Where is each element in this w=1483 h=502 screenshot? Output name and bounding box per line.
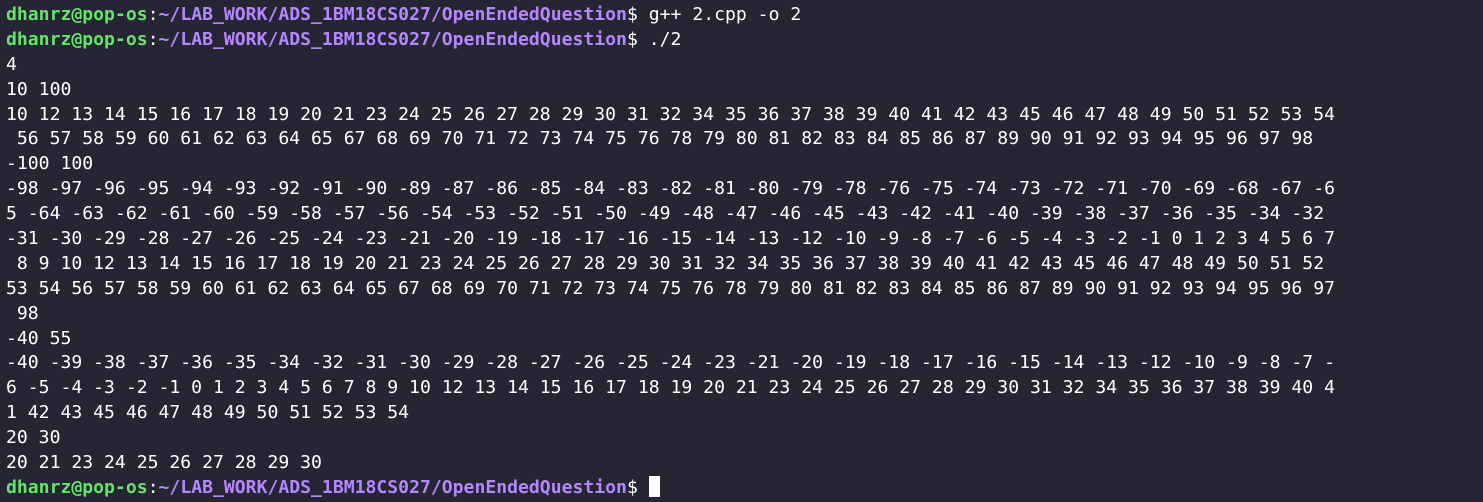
prompt-separator: : xyxy=(147,4,159,25)
prompt-line-3[interactable]: dhanrz@pop-os:~/LAB_WORK/ADS_1BM18CS027/… xyxy=(6,475,1483,501)
output-line: -98 -97 -96 -95 -94 -93 -92 -91 -90 -89 … xyxy=(6,178,1335,200)
text-cursor[interactable] xyxy=(648,475,660,497)
command-text: g++ 2.cpp -o 2 xyxy=(648,4,802,25)
output-line: 4 xyxy=(6,53,17,75)
output-line: 10 100 xyxy=(6,78,72,100)
prompt-separator: : xyxy=(147,476,159,498)
output-line: 1 42 43 45 46 47 48 49 50 51 52 53 54 xyxy=(6,402,410,424)
output-line: -31 -30 -29 -28 -27 -26 -25 -24 -23 -21 … xyxy=(6,228,1335,250)
prompt-user-host: dhanrz@pop-os xyxy=(6,4,148,25)
output-line: 8 9 10 12 13 14 15 16 17 18 19 20 21 23 … xyxy=(6,252,1325,274)
output-line: -40 55 xyxy=(6,327,72,349)
prompt-symbol: $ xyxy=(626,4,649,25)
command-text: ./2 xyxy=(648,28,682,50)
prompt-symbol: $ xyxy=(626,476,649,498)
prompt-path: ~/LAB_WORK/ADS_1BM18CS027/OpenEndedQuest… xyxy=(158,4,627,25)
output-line: -40 -39 -38 -37 -36 -35 -34 -32 -31 -30 … xyxy=(6,352,1335,374)
prompt-separator: : xyxy=(147,28,159,50)
prompt-line-2: dhanrz@pop-os:~/LAB_WORK/ADS_1BM18CS027/… xyxy=(6,28,1483,53)
prompt-path: ~/LAB_WORK/ADS_1BM18CS027/OpenEndedQuest… xyxy=(158,28,627,50)
output-line: 20 30 xyxy=(6,427,61,449)
output-line: 98 xyxy=(6,302,39,324)
prompt-line-1: dhanrz@pop-os:~/LAB_WORK/ADS_1BM18CS027/… xyxy=(6,3,1483,28)
output-line: 20 21 23 24 25 26 27 28 29 30 xyxy=(6,452,322,474)
prompt-user-host: dhanrz@pop-os xyxy=(6,28,148,50)
output-line: 5 -64 -63 -62 -61 -60 -59 -58 -57 -56 -5… xyxy=(6,203,1325,225)
output-line: 56 57 58 59 60 61 62 63 64 65 67 68 69 7… xyxy=(6,128,1314,150)
prompt-symbol: $ xyxy=(626,28,649,50)
terminal-window[interactable]: dhanrz@pop-os:~/LAB_WORK/ADS_1BM18CS027/… xyxy=(0,0,1483,502)
output-line: 6 -5 -4 -3 -2 -1 0 1 2 3 4 5 6 7 8 9 10 … xyxy=(6,377,1335,399)
output-line: -100 100 xyxy=(6,153,94,175)
prompt-user-host: dhanrz@pop-os xyxy=(6,476,148,498)
output-line: 10 12 13 14 15 16 17 18 19 20 21 23 24 2… xyxy=(6,103,1335,125)
prompt-path: ~/LAB_WORK/ADS_1BM18CS027/OpenEndedQuest… xyxy=(158,476,627,498)
output-line: 53 54 56 57 58 59 60 61 62 63 64 65 67 6… xyxy=(6,277,1335,299)
